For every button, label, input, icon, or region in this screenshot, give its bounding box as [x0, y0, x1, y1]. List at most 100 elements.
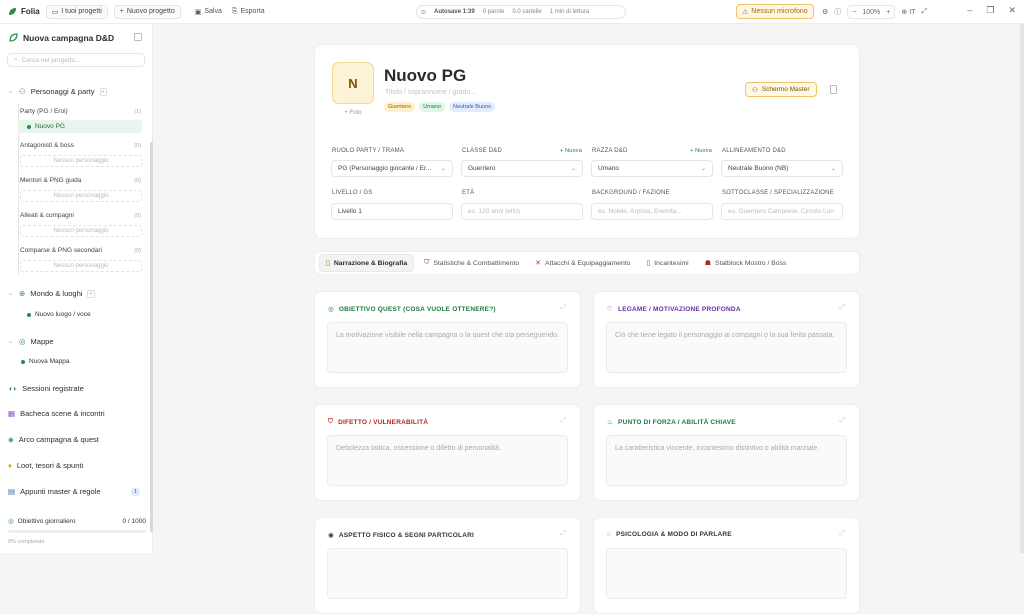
- tab-stats[interactable]: ⛉ Statistiche & Combattimento: [418, 255, 525, 271]
- section-world[interactable]: ⌄ ⊕ Mondo & luoghi +: [8, 289, 95, 298]
- master-screen-button[interactable]: ⚇ Schermo Master: [745, 82, 817, 97]
- new-class-button[interactable]: + Nuova: [560, 148, 582, 154]
- bond-card: ♡ LEGAME / MOTIVAZIONE PROFONDA ⤢ Ciò che…: [593, 291, 860, 388]
- level-input[interactable]: Livello 1: [331, 203, 453, 220]
- save-button[interactable]: ▣ Salva: [195, 8, 222, 16]
- users-icon: ⚇: [19, 87, 26, 96]
- users-icon: ⚇: [752, 86, 758, 94]
- autosave-text: Autosave 1:39: [434, 9, 475, 15]
- world-item[interactable]: Nuovo luogo / voce: [18, 308, 142, 321]
- trash-icon[interactable]: [830, 85, 837, 94]
- appearance-textarea[interactable]: [327, 548, 568, 599]
- heart-icon: ♡: [607, 306, 614, 313]
- zoom-in-button[interactable]: +: [886, 9, 890, 16]
- tab-narrative[interactable]: ▯ Narrazione & Biografia: [319, 254, 415, 272]
- my-projects-button[interactable]: ▭ I tuoi progetti: [45, 4, 108, 19]
- role-select[interactable]: PG (Personaggio giocante / Er... ⌄: [331, 160, 453, 177]
- age-input[interactable]: es. 120 anni (elfo): [461, 203, 583, 220]
- character-item[interactable]: Nuovo PG: [18, 120, 142, 133]
- new-race-button[interactable]: + Nuova: [690, 148, 712, 154]
- nav-sessions-label: Sessioni registrate: [22, 384, 84, 393]
- group-allies[interactable]: Alleati & compagni (0): [20, 212, 141, 219]
- section-characters[interactable]: ⌄ ⚇ Personaggi & party +: [8, 87, 107, 96]
- export-button[interactable]: ⎘ Esporta: [232, 8, 265, 16]
- section-world-label: Mondo & luoghi: [30, 289, 83, 298]
- avatar[interactable]: N: [332, 62, 374, 104]
- quest-goal-textarea[interactable]: La motivazione visibile nella campagna o…: [327, 322, 568, 373]
- skull-icon: ☗: [704, 260, 711, 267]
- zoom-out-button[interactable]: −: [852, 9, 856, 16]
- sidebar-search-input[interactable]: ⌕ Cerca nel progetto...: [7, 53, 145, 67]
- nav-sessions[interactable]: ◖◗ Sessioni registrate: [8, 384, 84, 393]
- microphone-status-button[interactable]: ⚠ Nessun microfono: [736, 4, 814, 19]
- save-label: Salva: [204, 8, 222, 15]
- project-title[interactable]: Nuova campagna D&D: [8, 33, 146, 43]
- save-icon: ▣: [194, 8, 202, 16]
- flaw-textarea[interactable]: Debolezza tattica, ossessione o difetto …: [327, 435, 568, 486]
- level-label: LIVELLO / GS: [332, 190, 373, 196]
- class-label-wrap: CLASSE D&D + Nuova: [462, 148, 582, 154]
- expand-icon[interactable]: ⤢: [839, 304, 845, 312]
- map-item[interactable]: Nuova Mappa: [12, 355, 136, 368]
- bond-textarea[interactable]: Ciò che tiene legato il personaggio ai c…: [606, 322, 847, 373]
- subtitle-input[interactable]: Titolo / soprannome / grado...: [385, 89, 476, 96]
- race-select[interactable]: Umano ⌄: [591, 160, 713, 177]
- eye-icon: ◉: [328, 532, 334, 539]
- character-name[interactable]: Nuovo PG: [384, 66, 466, 86]
- age-label: ETÀ: [462, 190, 475, 196]
- status-dot: [21, 359, 25, 364]
- group-antagonists[interactable]: Antagonisti & boss (0): [20, 142, 141, 149]
- section-maps[interactable]: ⌄ ◎ Mappe: [8, 337, 53, 346]
- group-mentors[interactable]: Mentori & PNG guida (0): [20, 177, 141, 184]
- psychology-card: ◌ PSICOLOGIA & MODO DI PARLARE ⤢: [593, 517, 860, 614]
- flaw-card: ⛉ DIFETTO / VULNERABILITÀ ⤢ Debolezza tat…: [314, 404, 581, 501]
- psychology-textarea[interactable]: [606, 548, 847, 599]
- card-title: DIFETTO / VULNERABILITÀ: [338, 418, 429, 426]
- nav-arc[interactable]: ◈ Arco campagna & quest: [8, 435, 99, 444]
- info-icon[interactable]: ⓘ: [834, 7, 841, 17]
- tab-attacks[interactable]: ✕ Attacchi & Equipaggiamento: [529, 255, 636, 271]
- expand-icon[interactable]: ⤢: [560, 304, 566, 312]
- restore-button[interactable]: ❐: [986, 5, 994, 16]
- collapse-sidebar-icon[interactable]: [134, 33, 142, 41]
- expand-icon[interactable]: ⤢: [839, 530, 845, 538]
- expand-icon[interactable]: ⤢: [560, 417, 566, 425]
- group-label: Party (PG / Eroi): [20, 108, 68, 115]
- fullscreen-icon[interactable]: ⤢: [921, 8, 927, 16]
- spellbook-icon: ▯: [646, 260, 651, 267]
- class-badge: Guerriero: [384, 102, 416, 112]
- expand-icon[interactable]: ⤢: [839, 417, 845, 425]
- group-party[interactable]: Party (PG / Eroi) (1): [20, 108, 141, 115]
- tab-statblock[interactable]: ☗ Statblock Mostro / Boss: [699, 255, 793, 271]
- character-item-label: Nuovo PG: [35, 123, 65, 130]
- gear-icon[interactable]: ⚙: [822, 8, 828, 16]
- alignment-select[interactable]: Neutrale Buono (NB) ⌄: [721, 160, 843, 177]
- minimize-button[interactable]: –: [967, 5, 972, 16]
- background-input[interactable]: es. Nobile, Arpista, Eremita...: [591, 203, 713, 220]
- empty-placeholder: Nessun personaggio: [20, 155, 142, 167]
- sidebar-scrollbar[interactable]: [150, 142, 153, 532]
- nav-notes-label: Appunti master & regole: [20, 487, 101, 496]
- subclass-label: SOTTOCLASSE / SPECIALIZZAZIONE: [722, 190, 834, 196]
- strength-textarea[interactable]: La caratteristica vincente, incantesimo …: [606, 435, 847, 486]
- nav-loot[interactable]: ♦ Loot, tesori & spunti: [8, 461, 83, 470]
- swords-icon: ✕: [535, 260, 542, 267]
- class-select[interactable]: Guerriero ⌄: [461, 160, 583, 177]
- subclass-input[interactable]: es. Guerriero Campione, Circolo Lun: [721, 203, 843, 220]
- new-project-button[interactable]: + Nuovo progetto: [113, 4, 181, 19]
- main-scrollbar[interactable]: [1020, 24, 1024, 553]
- app-logo[interactable]: Folia: [7, 7, 40, 17]
- add-icon[interactable]: +: [99, 87, 107, 96]
- add-photo-button[interactable]: + Foto: [332, 110, 374, 116]
- expand-icon[interactable]: ⤢: [560, 530, 566, 538]
- close-button[interactable]: ✕: [1008, 5, 1016, 16]
- empty-placeholder: Nessun personaggio: [20, 190, 142, 202]
- card-title: ASPETTO FISICO & SEGNI PARTICOLARI: [338, 531, 474, 539]
- language-button[interactable]: ⊕ IT: [901, 8, 915, 16]
- compass-icon: ◎: [19, 337, 26, 346]
- tab-spells[interactable]: ▯ Incantesimi: [640, 255, 694, 271]
- group-extras[interactable]: Comparse & PNG secondari (0): [20, 247, 141, 254]
- nav-notes[interactable]: ▤ Appunti master & regole 1: [8, 487, 140, 496]
- add-icon[interactable]: +: [87, 289, 95, 298]
- nav-scenes[interactable]: ▦ Bacheca scene & incontri: [8, 409, 105, 418]
